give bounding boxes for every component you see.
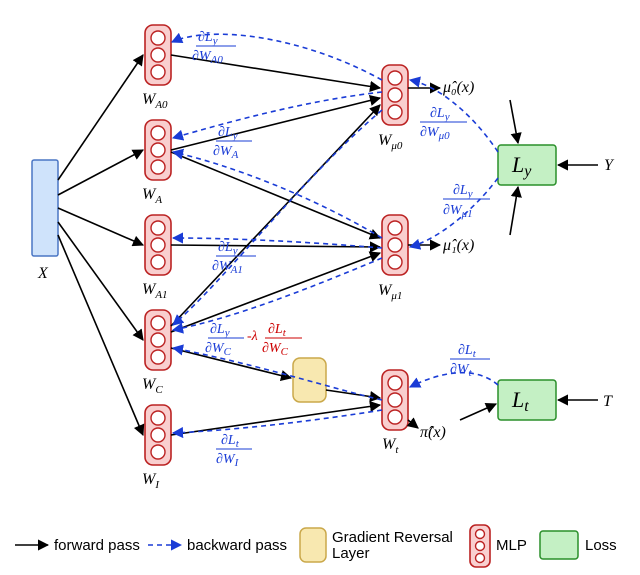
legend-backward: backward pass bbox=[187, 537, 287, 554]
legend-grl-2: Layer bbox=[332, 545, 370, 562]
bwd-Wmu0-WA bbox=[173, 92, 382, 138]
svg-text:WA: WA bbox=[142, 186, 162, 206]
svg-text:∂Wt: ∂Wt bbox=[450, 362, 473, 379]
input-block bbox=[32, 160, 58, 256]
fwd-WA-Wmu1 bbox=[171, 152, 380, 238]
grad-dLy-WA: ∂Ly ∂WA bbox=[213, 125, 252, 161]
svg-text:∂Lt: ∂Lt bbox=[458, 343, 477, 360]
gradient-reversal-block bbox=[293, 358, 326, 402]
svg-text:WA1: WA1 bbox=[142, 281, 168, 301]
output-mu0: μ̂₀(x) bbox=[442, 79, 474, 96]
output-mu1: μ̂₁(x) bbox=[442, 237, 474, 254]
svg-text:Wμ0: Wμ0 bbox=[378, 132, 403, 152]
grad-dLt-WI: ∂Lt ∂WI bbox=[216, 433, 252, 469]
fwd-X-WA0 bbox=[58, 55, 143, 180]
fwd-WA-Wmu0 bbox=[171, 98, 380, 150]
legend-forward: forward pass bbox=[54, 537, 140, 554]
svg-text:WA0: WA0 bbox=[142, 91, 168, 111]
fwd-Wt-out bbox=[408, 420, 418, 428]
fwd-mu0-Ly bbox=[510, 100, 518, 143]
fwd-WI-Wt bbox=[171, 405, 380, 435]
grad-dLt-Wt: ∂Lt ∂Wt bbox=[450, 343, 490, 379]
ext-T: T bbox=[603, 393, 613, 410]
legend-loss: Loss bbox=[585, 537, 617, 554]
mlp-WC bbox=[145, 310, 171, 370]
svg-text:∂WI: ∂WI bbox=[216, 452, 240, 469]
fwd-X-WI bbox=[58, 235, 143, 435]
output-pi: π̂(x) bbox=[420, 424, 446, 441]
svg-text:∂Ly: ∂Ly bbox=[430, 106, 450, 123]
mlp-WA1 bbox=[145, 215, 171, 275]
grad-neg-lambda-dLt-WC: -λ ∂Lt ∂WC bbox=[247, 322, 302, 358]
ext-Y: Y bbox=[604, 157, 615, 174]
label-Ly: L bbox=[511, 152, 524, 177]
svg-text:∂WA1: ∂WA1 bbox=[212, 259, 243, 276]
legend-grl-1: Gradient Reversal bbox=[332, 529, 453, 546]
svg-text:∂Ly: ∂Ly bbox=[453, 183, 473, 200]
mlp-WI bbox=[145, 405, 171, 465]
svg-text:-λ: -λ bbox=[247, 329, 258, 344]
svg-text:WC: WC bbox=[142, 376, 163, 396]
svg-text:∂Lt: ∂Lt bbox=[221, 433, 240, 450]
grad-dLy-WC: ∂Ly ∂WC bbox=[205, 322, 244, 358]
svg-text:Wμ1: Wμ1 bbox=[378, 282, 402, 302]
legend-mlp: MLP bbox=[496, 537, 527, 554]
svg-text:∂Ly: ∂Ly bbox=[218, 125, 238, 142]
svg-text:∂Ly: ∂Ly bbox=[198, 30, 218, 47]
fwd-pi-Lt bbox=[460, 404, 496, 420]
svg-text:WI: WI bbox=[142, 471, 160, 491]
input-label: X bbox=[37, 265, 49, 282]
svg-text:∂WC: ∂WC bbox=[205, 341, 232, 358]
mlp-Wmu0 bbox=[382, 65, 408, 125]
fwd-mu1-Ly bbox=[510, 187, 518, 235]
legend: forward pass backward pass Gradient Reve… bbox=[15, 525, 617, 567]
svg-text:∂Wμ0: ∂Wμ0 bbox=[420, 125, 450, 142]
svg-text:∂Ly: ∂Ly bbox=[218, 240, 238, 257]
grad-dLy-Wmu0: ∂Ly ∂Wμ0 bbox=[420, 106, 467, 142]
fwd-X-WA bbox=[58, 150, 143, 195]
svg-text:∂Lt: ∂Lt bbox=[268, 322, 287, 339]
mlp-Wt bbox=[382, 370, 408, 430]
fwd-WA1-Wmu1 bbox=[171, 245, 380, 247]
mlp-WA bbox=[145, 120, 171, 180]
svg-text:∂WC: ∂WC bbox=[262, 341, 289, 358]
svg-text:∂WA: ∂WA bbox=[213, 144, 239, 161]
svg-text:∂WA0: ∂WA0 bbox=[192, 49, 223, 66]
svg-text:∂Wμ1: ∂Wμ1 bbox=[443, 203, 473, 220]
svg-text:Wt: Wt bbox=[382, 436, 399, 456]
grad-dLy-WA0: ∂Ly ∂WA0 bbox=[192, 30, 236, 66]
mlp-Wmu1 bbox=[382, 215, 408, 275]
svg-text:∂Ly: ∂Ly bbox=[210, 322, 230, 339]
mlp-WA0 bbox=[145, 25, 171, 85]
diagram-svg: X WA0 WA WA1 WC WI Wμ0 Wμ1 Wt Ly Lt μ̂₀(… bbox=[0, 0, 640, 575]
grad-dLy-Wmu1: ∂Ly ∂Wμ1 bbox=[443, 183, 490, 220]
label-Lt: L bbox=[511, 387, 524, 412]
